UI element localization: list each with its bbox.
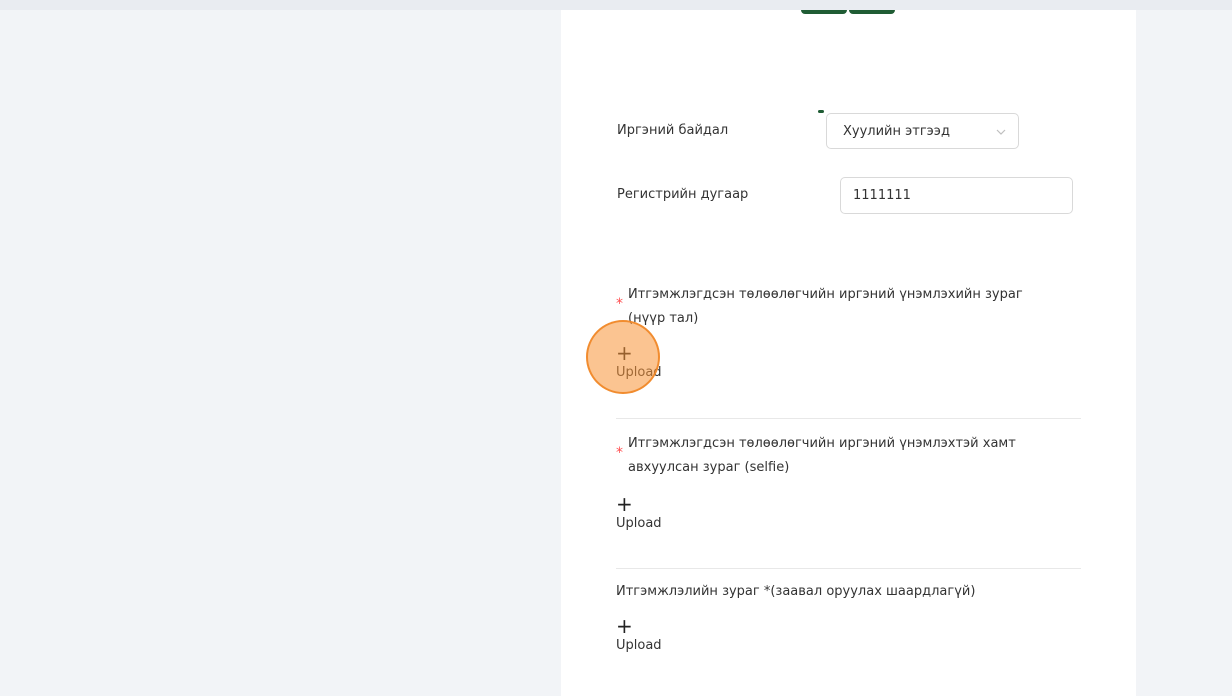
plus-icon: + xyxy=(616,492,633,516)
citizen-status-value: Хуулийн этгээд xyxy=(843,124,950,139)
citizen-status-select[interactable]: Хуулийн этгээд xyxy=(826,113,1019,149)
upload-label: Upload xyxy=(616,638,662,653)
required-mark: * xyxy=(616,445,623,461)
upload-title-line: авхуулсан зураг (selfie) xyxy=(628,460,790,475)
upload-label: Upload xyxy=(616,516,662,531)
upload-title-line: Итгэмжлэгдсэн төлөөлөгчийн иргэний үнэмл… xyxy=(628,436,1016,451)
required-mark: * xyxy=(616,296,623,312)
overlay-mark xyxy=(818,110,824,113)
divider xyxy=(616,418,1081,419)
upload-title-line: (нүүр тал) xyxy=(628,311,699,326)
upload-id-front-button[interactable]: + Upload xyxy=(616,343,676,387)
tab-indicator xyxy=(849,10,895,14)
plus-icon: + xyxy=(616,614,633,638)
plus-icon: + xyxy=(616,341,633,365)
upload-proxy-button[interactable]: + Upload xyxy=(616,616,676,660)
citizen-status-label: Иргэний байдал xyxy=(617,123,729,138)
upload-label: Upload xyxy=(616,365,662,380)
tab-indicator xyxy=(801,10,847,14)
register-number-input[interactable] xyxy=(840,177,1073,214)
upload-selfie-button[interactable]: + Upload xyxy=(616,494,676,538)
upload-selfie-title: Итгэмжлэгдсэн төлөөлөгчийн иргэний үнэмл… xyxy=(628,432,1016,480)
upload-title-line: Итгэмжлэлийн зураг *(заавал оруулах шаар… xyxy=(616,584,976,599)
register-number-label: Регистрийн дугаар xyxy=(617,187,749,202)
upload-id-front-title: Итгэмжлэгдсэн төлөөлөгчийн иргэний үнэмл… xyxy=(628,283,1023,331)
top-strip xyxy=(0,0,1232,10)
upload-title-line: Итгэмжлэгдсэн төлөөлөгчийн иргэний үнэмл… xyxy=(628,287,1023,302)
form-card: Иргэний байдал Хуулийн этгээд Регистрийн… xyxy=(561,10,1136,696)
divider xyxy=(616,568,1081,569)
upload-proxy-title: Итгэмжлэлийн зураг *(заавал оруулах шаар… xyxy=(616,580,975,604)
chevron-down-icon xyxy=(996,129,1006,135)
